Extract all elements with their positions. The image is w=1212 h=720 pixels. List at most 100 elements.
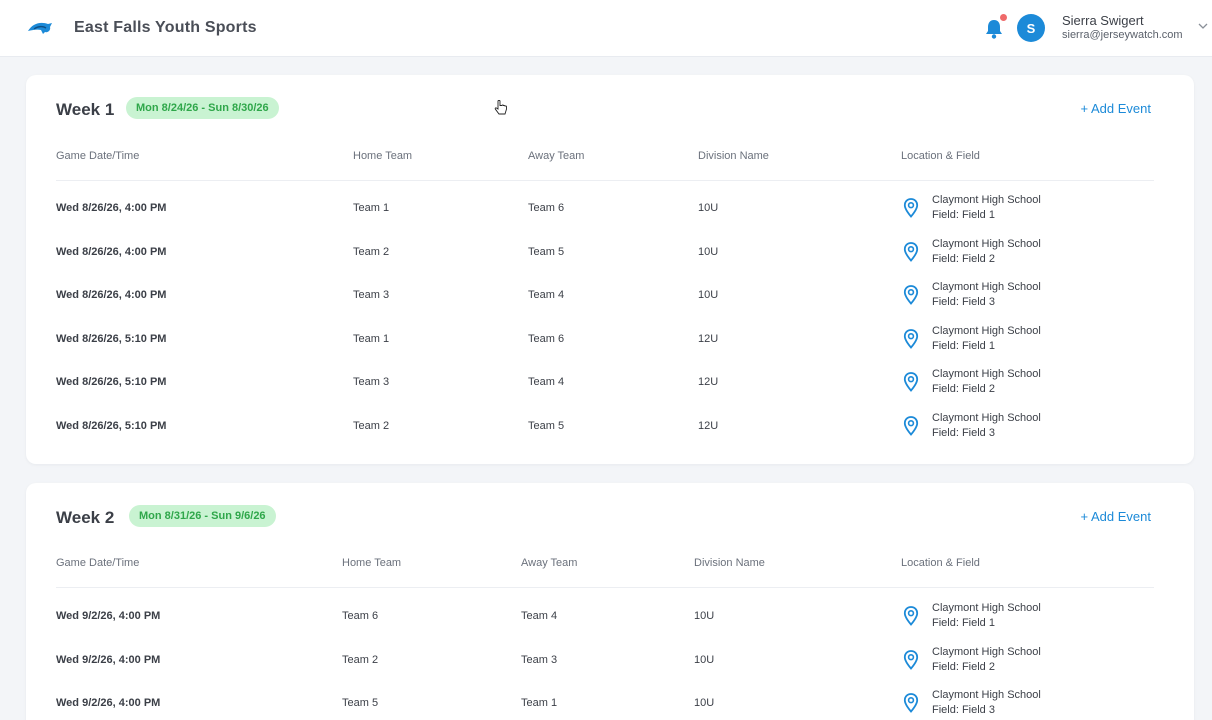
map-pin-icon[interactable] — [903, 242, 919, 262]
division-name: 10U — [698, 289, 719, 301]
home-team: Team 3 — [353, 376, 390, 388]
week-card: Week 1 Mon 8/24/26 - Sun 8/30/26 + Add E… — [26, 75, 1194, 464]
game-datetime: Wed 9/2/26, 4:00 PM — [56, 654, 161, 666]
table-row[interactable]: Wed 9/2/26, 4:00 PM Team 2 Team 3 10U Claymo… — [26, 639, 1194, 683]
location-name: Claymont High School — [932, 325, 1041, 337]
field-name: Field: Field 1 — [932, 209, 995, 221]
division-name: 12U — [698, 376, 719, 388]
column-header-division[interactable]: Division Name — [694, 557, 765, 569]
org-name: East Falls Youth Sports — [74, 19, 257, 36]
map-pin-icon[interactable] — [903, 650, 919, 670]
table-row[interactable]: Wed 8/26/26, 4:00 PM Team 2 Team 5 10U Claym… — [26, 231, 1194, 275]
table-row[interactable]: Wed 9/2/26, 4:00 PM Team 6 Team 4 10U Claymo… — [26, 595, 1194, 639]
week-card: Week 2 Mon 8/31/26 - Sun 9/6/26 + Add Ev… — [26, 483, 1194, 720]
location-name: Claymont High School — [932, 368, 1041, 380]
away-team: Team 6 — [528, 333, 565, 345]
home-team: Team 2 — [353, 246, 390, 258]
map-pin-icon[interactable] — [903, 606, 919, 626]
notification-dot — [1000, 14, 1007, 21]
division-name: 10U — [698, 246, 719, 258]
notification-bell-icon[interactable] — [984, 18, 1004, 40]
away-team: Team 5 — [528, 420, 565, 432]
map-pin-icon[interactable] — [903, 693, 919, 713]
field-name: Field: Field 1 — [932, 340, 995, 352]
week-title: Week 2 — [56, 508, 115, 527]
division-name: 10U — [694, 654, 715, 666]
home-team: Team 3 — [353, 289, 390, 301]
location-name: Claymont High School — [932, 281, 1041, 293]
chevron-down-icon[interactable] — [1198, 22, 1208, 30]
column-header-date[interactable]: Game Date/Time — [56, 557, 139, 569]
column-header-date[interactable]: Game Date/Time — [56, 150, 139, 162]
location-name: Claymont High School — [932, 689, 1041, 701]
table-row[interactable]: Wed 8/26/26, 5:10 PM Team 2 Team 5 12U Claym… — [26, 405, 1194, 449]
home-team: Team 1 — [353, 202, 390, 214]
location-name: Claymont High School — [932, 602, 1041, 614]
field-name: Field: Field 1 — [932, 617, 995, 629]
user-name[interactable]: Sierra Swigert — [1062, 13, 1144, 28]
hand-cursor-icon — [494, 100, 507, 115]
map-pin-icon[interactable] — [903, 329, 919, 349]
location-name: Claymont High School — [932, 194, 1041, 206]
week-title: Week 1 — [56, 100, 115, 119]
map-pin-icon[interactable] — [903, 372, 919, 392]
away-team: Team 4 — [528, 289, 565, 301]
away-team: Team 6 — [528, 202, 565, 214]
header-divider — [56, 180, 1154, 181]
division-name: 10U — [698, 202, 719, 214]
field-name: Field: Field 3 — [932, 296, 995, 308]
division-name: 10U — [694, 697, 715, 709]
field-name: Field: Field 2 — [932, 383, 995, 395]
game-datetime: Wed 8/26/26, 5:10 PM — [56, 376, 167, 388]
field-name: Field: Field 3 — [932, 427, 995, 439]
away-team: Team 3 — [521, 654, 558, 666]
field-name: Field: Field 3 — [932, 704, 995, 716]
game-datetime: Wed 8/26/26, 4:00 PM — [56, 202, 167, 214]
location-name: Claymont High School — [932, 238, 1041, 250]
column-header-away[interactable]: Away Team — [528, 150, 584, 162]
field-name: Field: Field 2 — [932, 661, 995, 673]
away-team: Team 1 — [521, 697, 558, 709]
division-name: 12U — [698, 420, 719, 432]
table-row[interactable]: Wed 8/26/26, 5:10 PM Team 1 Team 6 12U Claym… — [26, 318, 1194, 362]
add-event-button[interactable]: + Add Event — [1081, 509, 1151, 524]
away-team: Team 4 — [521, 610, 558, 622]
location-name: Claymont High School — [932, 412, 1041, 424]
map-pin-icon[interactable] — [903, 285, 919, 305]
header-divider — [56, 587, 1154, 588]
column-header-away[interactable]: Away Team — [521, 557, 577, 569]
table-row[interactable]: Wed 9/2/26, 4:00 PM Team 5 Team 1 10U Claymo… — [26, 682, 1194, 720]
week-range-badge: Mon 8/31/26 - Sun 9/6/26 — [129, 505, 276, 527]
location-name: Claymont High School — [932, 646, 1041, 658]
game-datetime: Wed 8/26/26, 4:00 PM — [56, 289, 167, 301]
top-bar: East Falls Youth Sports S Sierra Swigert… — [0, 0, 1212, 57]
add-event-button[interactable]: + Add Event — [1081, 101, 1151, 116]
field-name: Field: Field 2 — [932, 253, 995, 265]
home-team: Team 6 — [342, 610, 379, 622]
division-name: 10U — [694, 610, 715, 622]
home-team: Team 1 — [353, 333, 390, 345]
game-datetime: Wed 9/2/26, 4:00 PM — [56, 610, 161, 622]
away-team: Team 5 — [528, 246, 565, 258]
column-header-home[interactable]: Home Team — [342, 557, 401, 569]
home-team: Team 2 — [342, 654, 379, 666]
table-row[interactable]: Wed 8/26/26, 5:10 PM Team 3 Team 4 12U Claym… — [26, 361, 1194, 405]
user-avatar[interactable]: S — [1017, 14, 1045, 42]
home-team: Team 2 — [353, 420, 390, 432]
column-header-division[interactable]: Division Name — [698, 150, 769, 162]
table-row[interactable]: Wed 8/26/26, 4:00 PM Team 3 Team 4 10U Claym… — [26, 274, 1194, 318]
game-datetime: Wed 9/2/26, 4:00 PM — [56, 697, 161, 709]
table-row[interactable]: Wed 8/26/26, 4:00 PM Team 1 Team 6 10U Claym… — [26, 187, 1194, 231]
logo-icon[interactable] — [26, 18, 54, 38]
game-datetime: Wed 8/26/26, 5:10 PM — [56, 333, 167, 345]
home-team: Team 5 — [342, 697, 379, 709]
away-team: Team 4 — [528, 376, 565, 388]
game-datetime: Wed 8/26/26, 4:00 PM — [56, 246, 167, 258]
column-header-home[interactable]: Home Team — [353, 150, 412, 162]
user-email: sierra@jerseywatch.com — [1062, 29, 1183, 41]
map-pin-icon[interactable] — [903, 416, 919, 436]
column-header-location[interactable]: Location & Field — [901, 150, 980, 162]
column-header-location[interactable]: Location & Field — [901, 557, 980, 569]
map-pin-icon[interactable] — [903, 198, 919, 218]
division-name: 12U — [698, 333, 719, 345]
